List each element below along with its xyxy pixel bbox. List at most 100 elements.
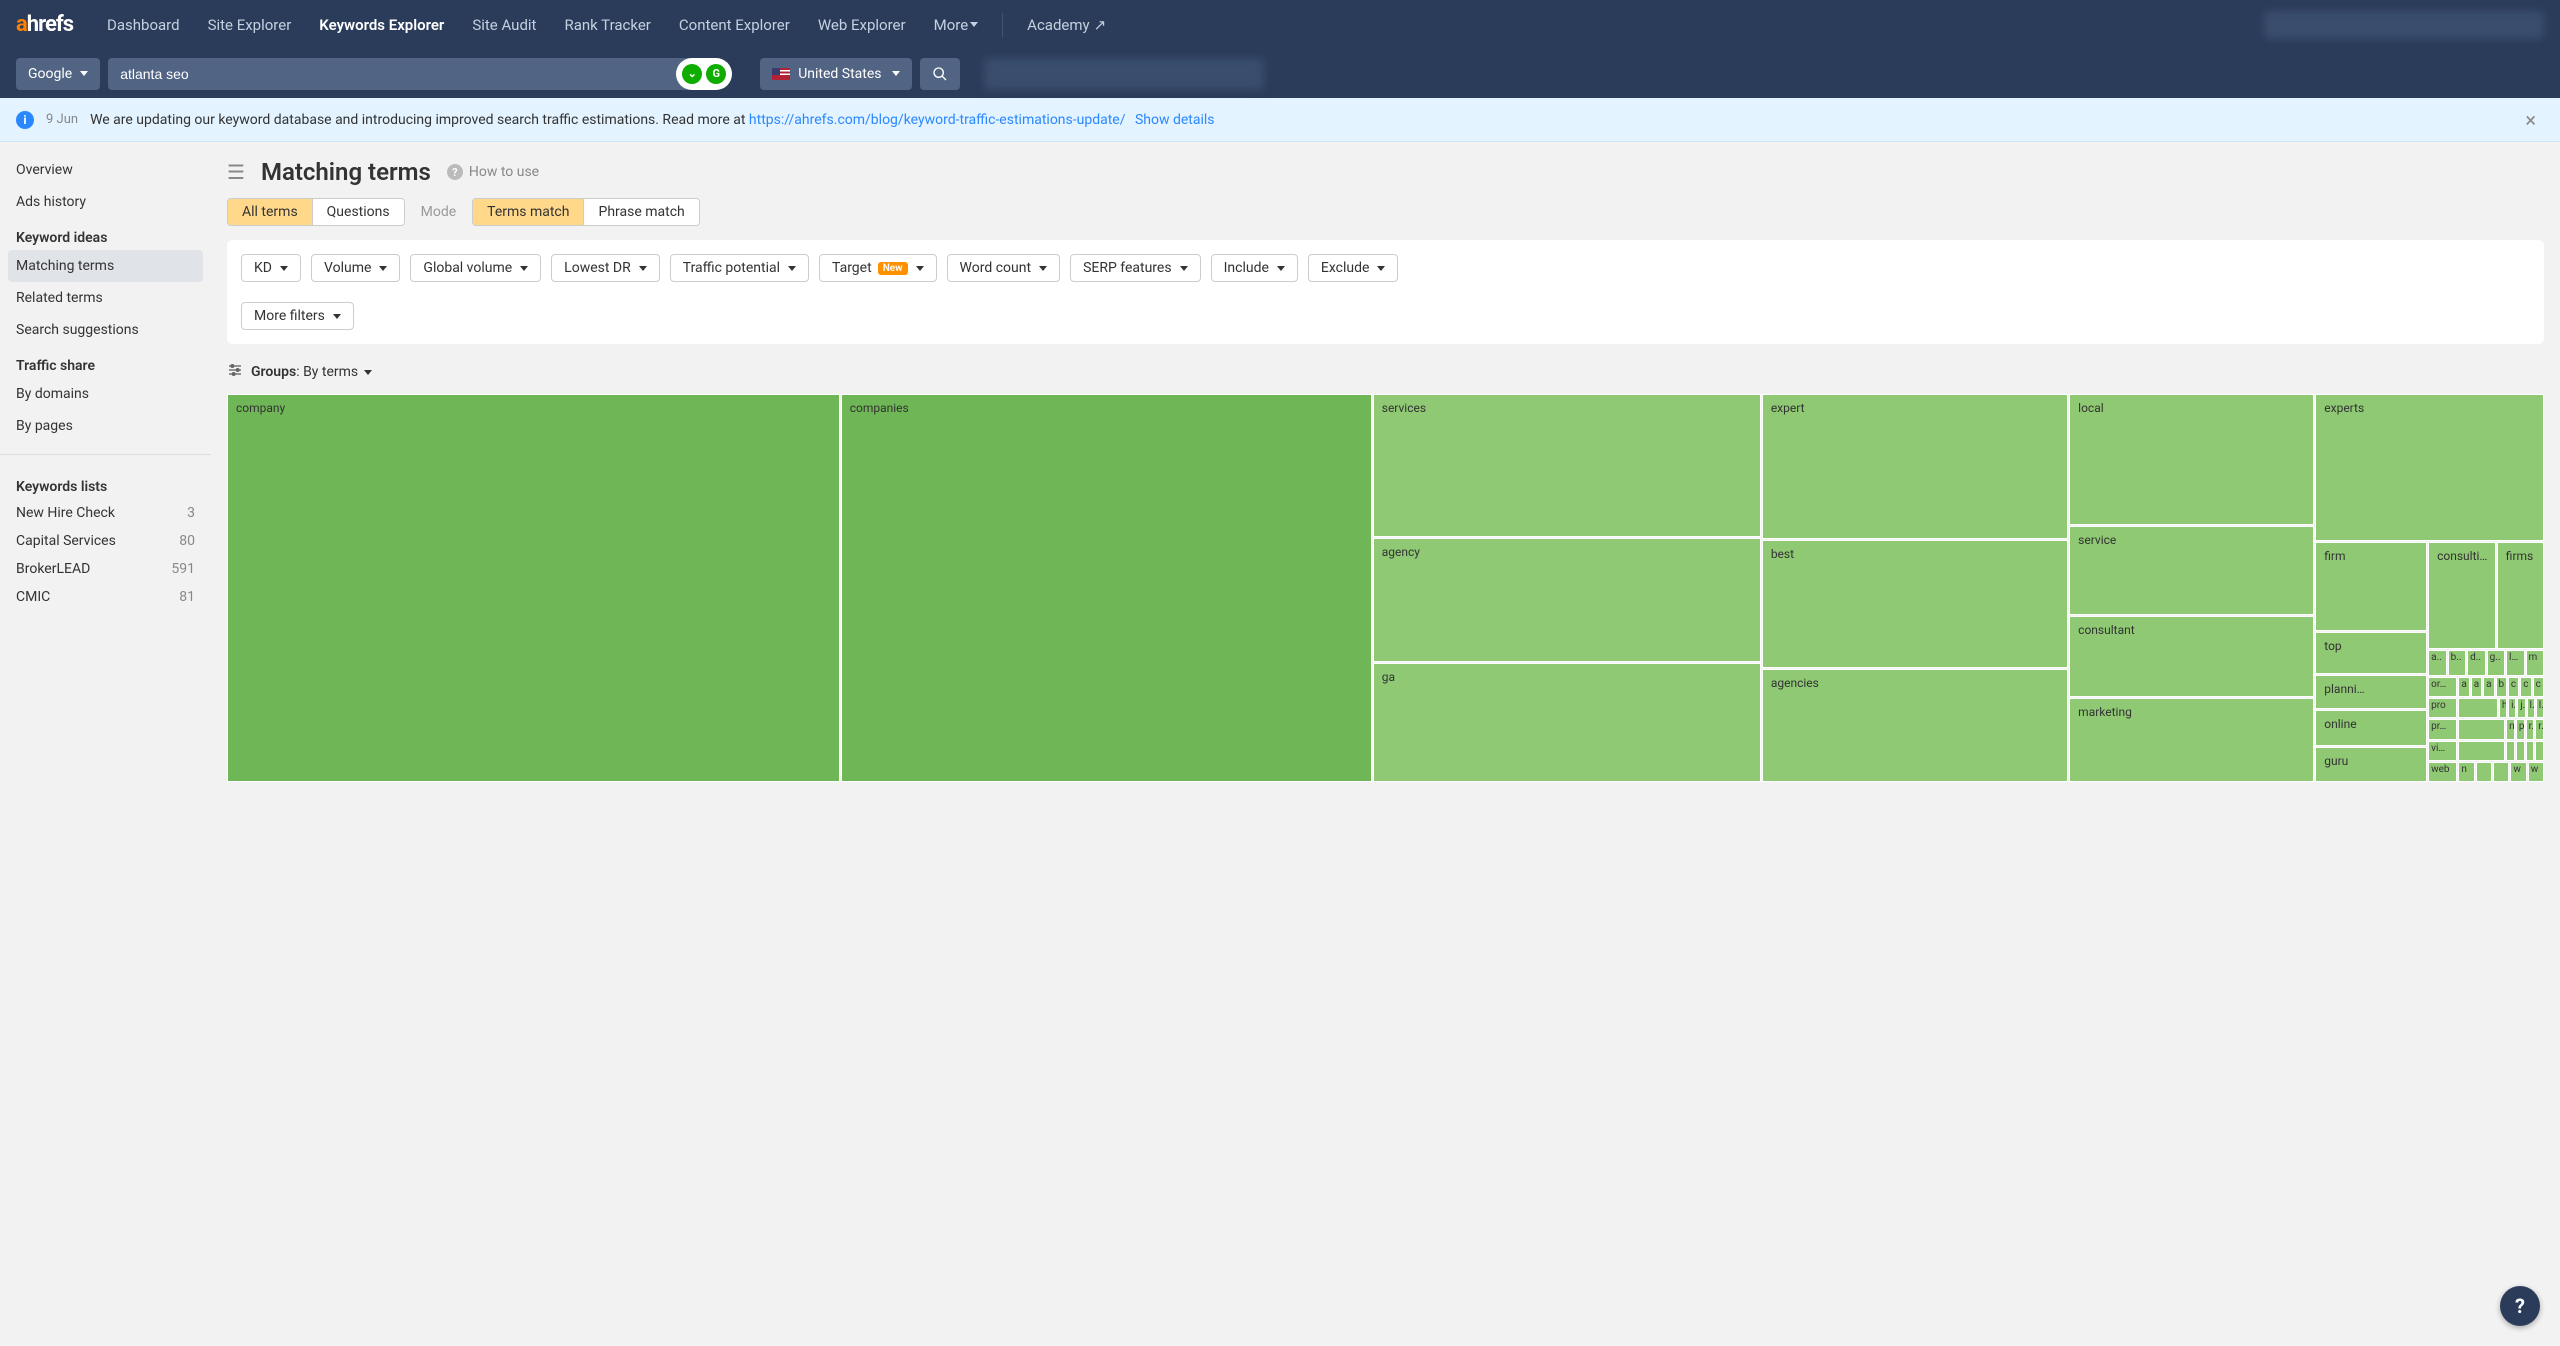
banner-link[interactable]: https://ahrefs.com/blog/keyword-traffic-… <box>749 112 1126 128</box>
nav-rank-tracker[interactable]: Rank Tracker <box>550 0 664 49</box>
tab-all-terms[interactable]: All terms <box>228 199 313 225</box>
nav-keywords-explorer[interactable]: Keywords Explorer <box>305 0 458 49</box>
treemap-box[interactable]: p <box>2516 719 2525 739</box>
sidebar-by-pages[interactable]: By pages <box>0 410 211 442</box>
filter-target[interactable]: TargetNew <box>819 254 937 282</box>
filter-global-volume[interactable]: Global volume <box>410 254 541 282</box>
treemap-box-local[interactable]: local <box>2069 394 2314 525</box>
treemap-box[interactable]: a <box>2471 677 2482 697</box>
filter-traffic-potential[interactable]: Traffic potential <box>670 254 809 282</box>
filter-lowest-dr[interactable]: Lowest DR <box>551 254 660 282</box>
treemap-box[interactable] <box>2476 762 2492 782</box>
groups-selector[interactable]: Groups: By terms <box>251 364 372 380</box>
show-details-link[interactable]: Show details <box>1135 112 1215 128</box>
sidebar-list-item[interactable]: Capital Services80 <box>0 527 211 555</box>
sidebar-list-item[interactable]: CMIC81 <box>0 583 211 611</box>
treemap-box[interactable]: web <box>2428 762 2457 782</box>
treemap-box[interactable] <box>2506 741 2515 761</box>
treemap-box[interactable]: or… <box>2428 677 2457 697</box>
treemap-box[interactable]: c <box>2533 677 2544 697</box>
treemap-box[interactable]: b <box>2496 677 2507 697</box>
grammarly-widget[interactable]: ⌄ G <box>676 58 732 90</box>
treemap-box-firm[interactable]: firm <box>2315 542 2427 631</box>
treemap-box[interactable]: pro <box>2428 698 2457 718</box>
treemap-box[interactable] <box>2535 741 2544 761</box>
sidebar-by-domains[interactable]: By domains <box>0 378 211 410</box>
treemap-box-firms[interactable]: firms <box>2497 542 2544 650</box>
treemap-box[interactable]: j. <box>2517 698 2525 718</box>
how-to-use-link[interactable]: ? How to use <box>447 164 539 180</box>
tab-questions[interactable]: Questions <box>313 199 404 225</box>
treemap-box-companies[interactable]: companies <box>841 394 1372 782</box>
sidebar-search-suggestions[interactable]: Search suggestions <box>0 314 211 346</box>
treemap-box-agencies[interactable]: agencies <box>1762 669 2068 782</box>
nav-content-explorer[interactable]: Content Explorer <box>665 0 804 49</box>
treemap-box-services[interactable]: services <box>1373 394 1761 537</box>
treemap-box[interactable]: r. <box>2535 719 2544 739</box>
treemap-box[interactable]: pr… <box>2428 719 2457 739</box>
menu-toggle-icon[interactable]: ☰ <box>227 160 245 184</box>
search-engine-select[interactable]: Google <box>16 58 100 90</box>
nav-web-explorer[interactable]: Web Explorer <box>804 0 920 49</box>
treemap-box[interactable]: w <box>2528 762 2544 782</box>
keyword-search-input[interactable] <box>108 58 708 90</box>
treemap-box[interactable]: i. <box>2508 698 2516 718</box>
filter-volume[interactable]: Volume <box>311 254 400 282</box>
treemap-box[interactable]: g.. <box>2487 650 2505 676</box>
treemap-box-consultant[interactable]: consultant <box>2069 616 2314 698</box>
treemap-box[interactable] <box>2516 741 2525 761</box>
treemap-box[interactable]: h <box>2499 698 2507 718</box>
treemap-box-best[interactable]: best <box>1762 540 2068 667</box>
nav-site-explorer[interactable]: Site Explorer <box>194 0 306 49</box>
nav-dashboard[interactable]: Dashboard <box>93 0 194 49</box>
sidebar-related-terms[interactable]: Related terms <box>0 282 211 314</box>
treemap-box-guru[interactable]: guru <box>2315 747 2427 782</box>
treemap-box[interactable]: r. <box>2526 719 2535 739</box>
help-fab[interactable]: ? <box>2500 1286 2540 1326</box>
sidebar-list-item[interactable]: BrokerLEAD591 <box>0 555 211 583</box>
tab-terms-match[interactable]: Terms match <box>473 199 584 225</box>
treemap-box-experts[interactable]: experts <box>2315 394 2544 541</box>
nav-site-audit[interactable]: Site Audit <box>458 0 550 49</box>
treemap-box-company[interactable]: company <box>227 394 840 782</box>
treemap-box[interactable]: b.. <box>2448 650 2466 676</box>
treemap-box[interactable]: c <box>2508 677 2519 697</box>
treemap-box[interactable]: m <box>2506 719 2515 739</box>
filter-include[interactable]: Include <box>1211 254 1298 282</box>
nav-academy[interactable]: Academy ↗ <box>1013 0 1120 49</box>
treemap-box-marketing[interactable]: marketing <box>2069 698 2314 782</box>
tab-phrase-match[interactable]: Phrase match <box>584 199 698 225</box>
treemap-box[interactable]: l… <box>2506 650 2524 676</box>
filter-kd[interactable]: KD <box>241 254 301 282</box>
treemap-box-online[interactable]: online <box>2315 710 2427 745</box>
treemap-box-consulting[interactable]: consulti… <box>2428 542 2496 650</box>
treemap-box[interactable]: a <box>2458 677 2469 697</box>
treemap-box[interactable]: n <box>2458 762 2474 782</box>
treemap-box[interactable] <box>2458 741 2505 761</box>
treemap-box-top[interactable]: top <box>2315 632 2427 675</box>
treemap-box[interactable]: d.. <box>2467 650 2485 676</box>
treemap-box[interactable]: a <box>2483 677 2494 697</box>
filter-exclude[interactable]: Exclude <box>1308 254 1399 282</box>
treemap-box[interactable] <box>2526 741 2535 761</box>
treemap-box[interactable]: l. <box>2536 698 2544 718</box>
sliders-icon[interactable] <box>227 362 243 382</box>
treemap-box[interactable]: vi… <box>2428 741 2457 761</box>
filter-more-filters[interactable]: More filters <box>241 302 354 330</box>
country-select[interactable]: United States <box>760 58 911 90</box>
treemap-box[interactable] <box>2458 698 2498 718</box>
sidebar-matching-terms[interactable]: Matching terms <box>8 250 203 282</box>
sidebar-overview[interactable]: Overview <box>0 154 211 186</box>
nav-more[interactable]: More <box>920 0 993 49</box>
treemap-box-planning[interactable]: planni… <box>2315 675 2427 709</box>
treemap-box[interactable]: m <box>2526 650 2544 676</box>
treemap-box[interactable]: w <box>2510 762 2526 782</box>
sidebar-ads-history[interactable]: Ads history <box>0 186 211 218</box>
close-banner-button[interactable]: × <box>2517 108 2544 132</box>
filter-serp-features[interactable]: SERP features <box>1070 254 1201 282</box>
treemap-box[interactable] <box>2458 719 2505 739</box>
treemap-box-service[interactable]: service <box>2069 526 2314 615</box>
treemap-box[interactable]: a.. <box>2428 650 2446 676</box>
treemap-box[interactable]: l. <box>2527 698 2535 718</box>
treemap-box[interactable] <box>2493 762 2509 782</box>
